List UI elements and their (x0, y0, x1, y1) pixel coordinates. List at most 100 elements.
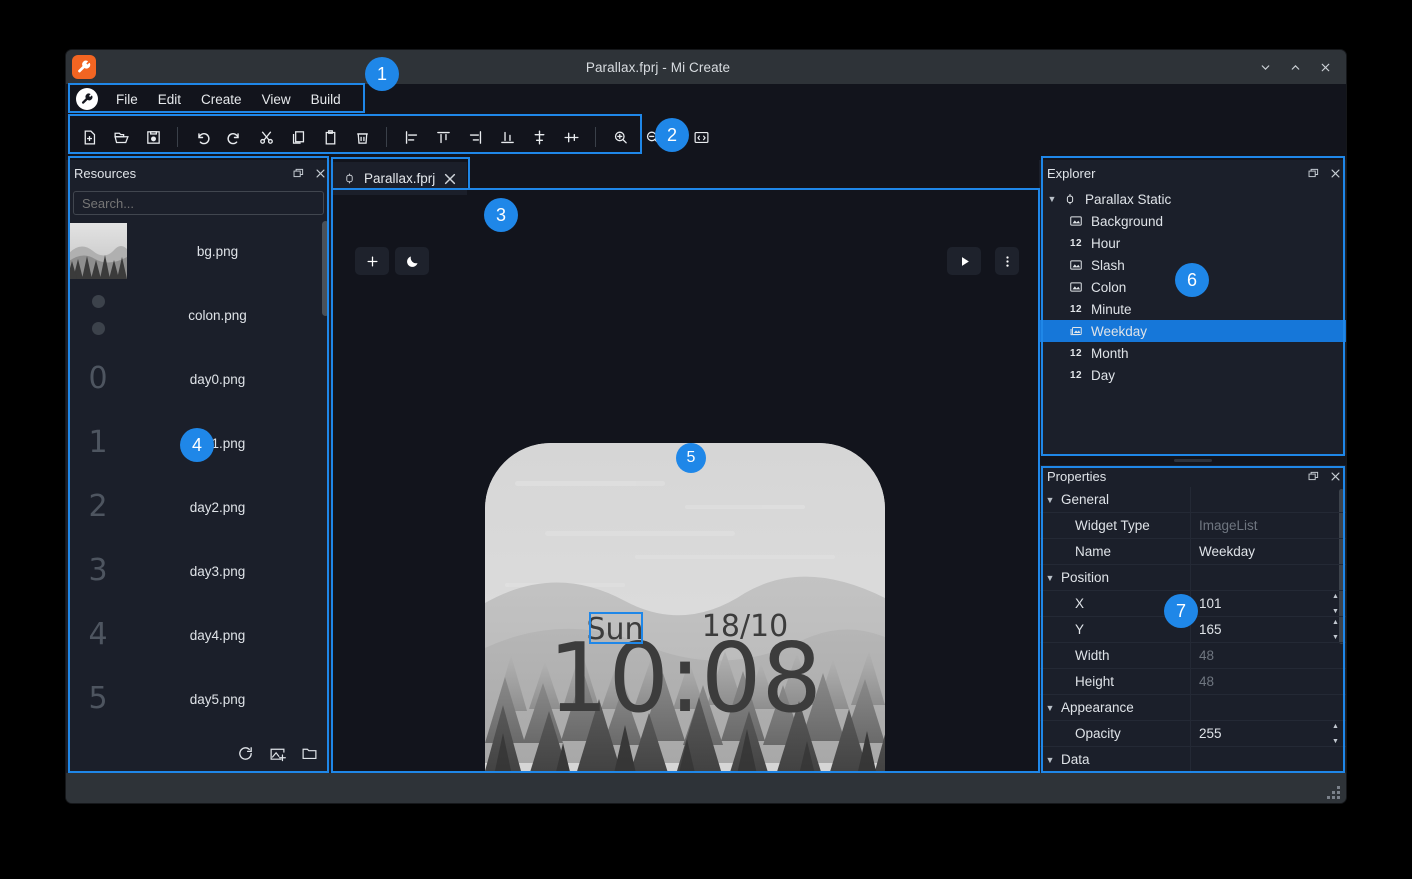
resource-name: day0.png (189, 371, 246, 387)
spinner-x[interactable]: ▲ ▼ (1332, 593, 1342, 615)
play-preview-button[interactable] (947, 247, 981, 275)
property-row-opacity[interactable]: Opacity 255 ▲ ▼ (1039, 721, 1346, 747)
number-icon: 12 (1065, 238, 1087, 249)
property-row-height[interactable]: Height 48 (1039, 669, 1346, 695)
chevron-down-icon[interactable]: ▼ (1045, 194, 1059, 204)
chevron-down-icon[interactable]: ▼ (1039, 755, 1061, 765)
resize-grip-icon[interactable] (1326, 785, 1340, 799)
sidebar-item-hour[interactable]: 12 Hour (1039, 232, 1346, 254)
align-center-vertical-icon[interactable] (556, 122, 586, 152)
annotation-badge-2: 2 (655, 118, 689, 152)
close-icon[interactable] (309, 162, 331, 184)
property-label: Opacity (1039, 721, 1191, 746)
list-item[interactable]: 0 day0.png (66, 347, 331, 411)
refresh-icon[interactable] (235, 743, 255, 763)
align-left-icon[interactable] (396, 122, 426, 152)
tree-node-label: Hour (1091, 235, 1121, 251)
menu-item-edit[interactable]: Edit (148, 88, 191, 111)
zoom-in-icon[interactable] (605, 122, 635, 152)
align-right-icon[interactable] (460, 122, 490, 152)
open-folder-icon[interactable] (106, 122, 136, 152)
redo-icon[interactable] (219, 122, 249, 152)
add-widget-button[interactable] (355, 247, 389, 275)
align-center-horizontal-icon[interactable] (524, 122, 554, 152)
close-icon[interactable] (443, 172, 457, 186)
toolbar-separator (177, 127, 178, 147)
float-panel-icon[interactable] (1302, 465, 1324, 487)
maximize-button[interactable] (1280, 50, 1310, 84)
property-group-position[interactable]: ▼ Position (1039, 565, 1346, 591)
property-row-widget-type[interactable]: Widget Type ImageList (1039, 513, 1346, 539)
sidebar-item-month[interactable]: 12 Month (1039, 342, 1346, 364)
resources-footer (66, 733, 331, 773)
copy-icon[interactable] (283, 122, 313, 152)
resource-thumbnail: 1 (68, 414, 128, 472)
code-view-icon[interactable] (686, 122, 716, 152)
imagelist-icon (1065, 324, 1087, 338)
property-value[interactable]: Weekday (1191, 539, 1346, 564)
save-icon[interactable] (138, 122, 168, 152)
properties-table[interactable]: ▼ General Widget Type ImageList Name Wee… (1039, 487, 1346, 773)
property-value[interactable]: 165 (1191, 617, 1346, 642)
property-value[interactable]: 255 (1191, 721, 1346, 746)
close-button[interactable] (1310, 50, 1340, 84)
property-row-width[interactable]: Width 48 (1039, 643, 1346, 669)
minimize-button[interactable] (1250, 50, 1280, 84)
close-icon[interactable] (1324, 465, 1346, 487)
menu-item-file[interactable]: File (106, 88, 148, 111)
spinner-y[interactable]: ▲ ▼ (1332, 619, 1342, 641)
sidebar-item-weekday[interactable]: Weekday (1039, 320, 1346, 342)
watchface-canvas[interactable]: 10:08 Sun 18/10 (331, 195, 1039, 773)
list-item[interactable]: 4 day4.png (66, 603, 331, 667)
add-image-icon[interactable] (267, 743, 287, 763)
property-group-data[interactable]: ▼ Data (1039, 747, 1346, 773)
delete-icon[interactable] (347, 122, 377, 152)
chevron-down-icon[interactable]: ▼ (1039, 573, 1061, 583)
editor-tab[interactable]: Parallax.fprj (331, 162, 468, 195)
align-bottom-icon[interactable] (492, 122, 522, 152)
list-item[interactable]: 2 day2.png (66, 475, 331, 539)
spinner-opacity[interactable]: ▲ ▼ (1332, 723, 1342, 745)
list-item[interactable]: colon.png (66, 283, 331, 347)
undo-icon[interactable] (187, 122, 217, 152)
night-mode-button[interactable] (395, 247, 429, 275)
chevron-down-icon[interactable]: ▼ (1039, 703, 1061, 713)
property-group-general[interactable]: ▼ General (1039, 487, 1346, 513)
new-file-icon[interactable] (74, 122, 104, 152)
search-input[interactable] (73, 191, 324, 215)
resource-list[interactable]: bg.png colon.png 0 day0.png 1 day1.png 2… (66, 219, 331, 733)
tree-node-root[interactable]: ▼ Parallax Static (1039, 188, 1346, 210)
sidebar-item-minute[interactable]: 12 Minute (1039, 298, 1346, 320)
close-icon[interactable] (1324, 162, 1346, 184)
annotation-badge-1: 1 (365, 57, 399, 91)
resource-name: colon.png (188, 307, 247, 323)
more-options-button[interactable] (995, 247, 1019, 275)
property-value[interactable]: 101 (1191, 591, 1346, 616)
explorer-tree[interactable]: ▼ Parallax Static Background 12 Hour Sla… (1039, 186, 1346, 455)
align-top-icon[interactable] (428, 122, 458, 152)
property-group-appearance[interactable]: ▼ Appearance (1039, 695, 1346, 721)
list-item[interactable]: bg.png (66, 219, 331, 283)
float-panel-icon[interactable] (287, 162, 309, 184)
dock-splitter[interactable] (1039, 455, 1346, 465)
list-item[interactable]: 3 day3.png (66, 539, 331, 603)
cut-icon[interactable] (251, 122, 281, 152)
annotation-badge-6: 6 (1175, 263, 1209, 297)
menu-item-create[interactable]: Create (191, 88, 252, 111)
wrench-icon[interactable] (76, 88, 98, 110)
sidebar-item-day[interactable]: 12 Day (1039, 364, 1346, 386)
paste-icon[interactable] (315, 122, 345, 152)
menu-item-view[interactable]: View (252, 88, 301, 111)
tree-node-label: Background (1091, 213, 1164, 229)
resource-name: bg.png (196, 243, 239, 259)
float-panel-icon[interactable] (1302, 162, 1324, 184)
sidebar-item-background[interactable]: Background (1039, 210, 1346, 232)
status-bar (66, 773, 1346, 803)
property-row-name[interactable]: Name Weekday (1039, 539, 1346, 565)
properties-panel-title: Properties (1047, 468, 1107, 484)
list-item[interactable]: 5 day5.png (66, 667, 331, 731)
open-folder-icon[interactable] (299, 743, 319, 763)
watchface-preview[interactable]: 10:08 Sun 18/10 (485, 443, 885, 773)
chevron-down-icon[interactable]: ▼ (1039, 495, 1061, 505)
menu-item-build[interactable]: Build (301, 88, 351, 111)
